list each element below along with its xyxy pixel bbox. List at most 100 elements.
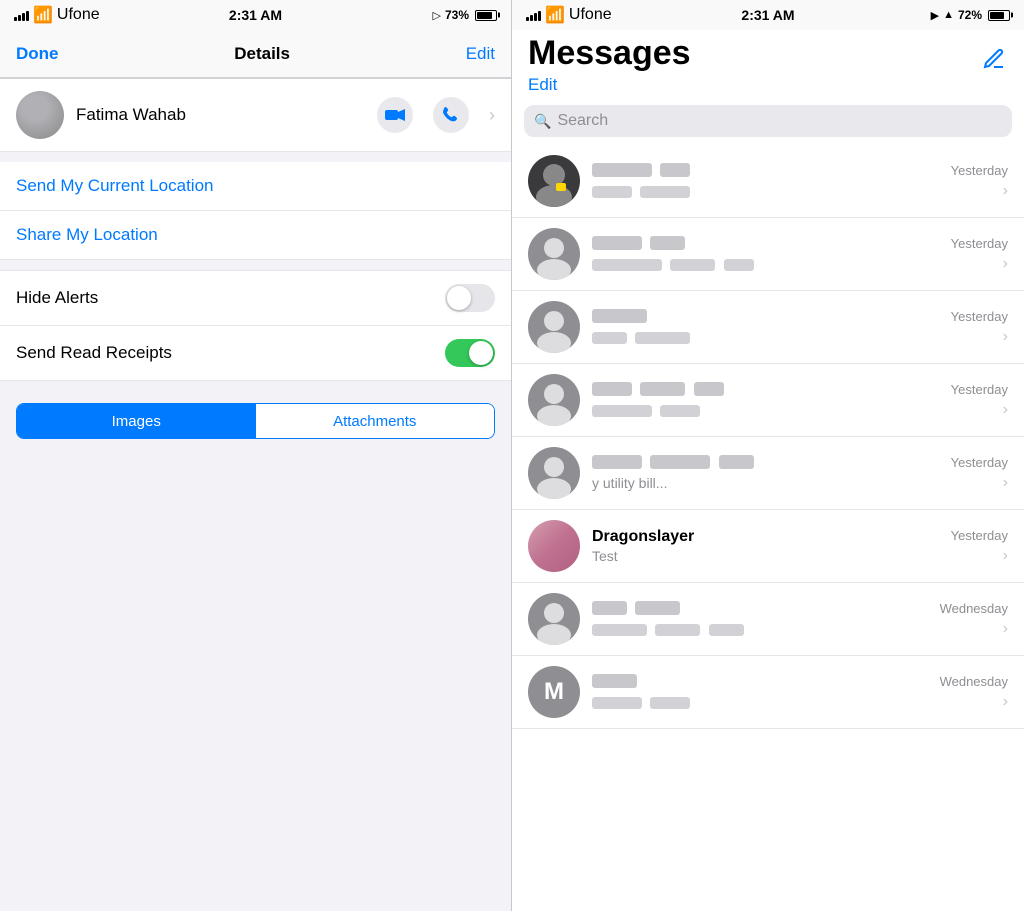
hide-alerts-knob <box>447 286 471 310</box>
name-block-5b <box>650 455 710 469</box>
compose-button[interactable] <box>980 45 1008 73</box>
person-icon-4 <box>528 374 580 426</box>
segmented-control: Images Attachments <box>16 403 495 439</box>
msg-chevron-5: › <box>1003 474 1008 492</box>
msg-preview-1 <box>592 183 939 201</box>
details-title: Details <box>234 44 290 64</box>
avatar-image <box>16 91 64 139</box>
preview-block-1b <box>640 186 690 198</box>
right-location-icon: ▲ <box>943 9 954 21</box>
msg-name-row-4 <box>592 380 939 398</box>
message-item-3[interactable]: Yesterday › <box>512 291 1024 364</box>
done-button[interactable]: Done <box>16 44 59 64</box>
msg-meta-3: Yesterday › <box>951 309 1008 346</box>
msg-name-row-7 <box>592 599 928 617</box>
preview-block-2a <box>592 259 662 271</box>
preview-text-5: y utility bill... <box>592 475 667 491</box>
wifi-icon: 📶 <box>33 5 53 25</box>
msg-name-row-1 <box>592 161 939 179</box>
search-bar[interactable]: 🔍 Search <box>524 105 1012 137</box>
messages-title: Messages <box>528 34 691 73</box>
right-panel: 📶 Ufone 2:31 AM ▶ ▲ 72% Messages Edit 🔍 <box>512 0 1024 911</box>
message-list: Yesterday › <box>512 145 1024 911</box>
msg-time-2: Yesterday <box>951 236 1008 251</box>
compose-icon-svg <box>982 47 1006 71</box>
images-tab[interactable]: Images <box>17 404 256 438</box>
preview-block-8b <box>650 697 690 709</box>
hide-alerts-row: Hide Alerts <box>0 271 511 326</box>
message-item-2[interactable]: Yesterday › <box>512 218 1024 291</box>
name-block-5a <box>592 455 642 469</box>
preview-block-7a <box>592 624 647 636</box>
message-content-5: y utility bill... <box>592 453 939 493</box>
message-content-8 <box>592 672 928 712</box>
right-time: 2:31 AM <box>741 7 794 23</box>
battery-icon-right <box>988 10 1010 21</box>
preview-block-2b <box>670 259 715 271</box>
msg-chevron-6: › <box>1003 547 1008 565</box>
right-edit-button[interactable]: Edit <box>528 75 557 95</box>
preview-block-3b <box>635 332 690 344</box>
preview-block-3a <box>592 332 627 344</box>
contact-actions: › <box>377 97 495 133</box>
msg-preview-8 <box>592 694 928 712</box>
video-call-button[interactable] <box>377 97 413 133</box>
person-icon-7 <box>528 593 580 645</box>
name-block-5c <box>719 455 754 469</box>
avatar-2 <box>528 228 580 280</box>
search-icon: 🔍 <box>534 113 551 130</box>
messages-header-row: Messages <box>512 30 1024 75</box>
location-icon: ▷ <box>433 9 441 22</box>
send-read-receipts-row: Send Read Receipts <box>0 326 511 380</box>
msg-time-6: Yesterday <box>951 528 1008 543</box>
name-block-1a <box>592 163 652 177</box>
message-item-4[interactable]: Yesterday › <box>512 364 1024 437</box>
name-block-7b <box>635 601 680 615</box>
send-location-item[interactable]: Send My Current Location <box>0 162 511 211</box>
message-item-1[interactable]: Yesterday › <box>512 145 1024 218</box>
msg-name-row-3 <box>592 307 939 325</box>
msg-name-1 <box>592 161 694 179</box>
name-block-3a <box>592 309 647 323</box>
left-carrier-group: 📶 Ufone <box>14 5 100 25</box>
left-panel: 📶 Ufone 2:31 AM ▷ 73% Done Details Edit … <box>0 0 512 911</box>
right-carrier-group: 📶 Ufone <box>526 5 612 25</box>
edit-button-left[interactable]: Edit <box>466 44 495 64</box>
share-location-item[interactable]: Share My Location <box>0 211 511 260</box>
message-content-7 <box>592 599 928 639</box>
message-content-1 <box>592 161 939 201</box>
send-location-label: Send My Current Location <box>16 176 214 196</box>
avatar-3 <box>528 301 580 353</box>
msg-preview-3 <box>592 329 939 347</box>
location-section: Send My Current Location Share My Locati… <box>0 162 511 260</box>
name-block-8a <box>592 674 637 688</box>
person-icon-2 <box>528 228 580 280</box>
avatar-1 <box>528 155 580 207</box>
message-item-8[interactable]: M Wednesday › <box>512 656 1024 729</box>
msg-time-1: Yesterday <box>951 163 1008 178</box>
right-edit-row: Edit <box>512 75 1024 99</box>
right-wifi-icon: 📶 <box>545 5 565 25</box>
send-read-receipts-knob <box>469 341 493 365</box>
msg-preview-5: y utility bill... <box>592 475 939 493</box>
msg-chevron-8: › <box>1003 693 1008 711</box>
name-block-2b <box>650 236 685 250</box>
preview-block-7b <box>655 624 700 636</box>
hide-alerts-toggle[interactable] <box>445 284 495 312</box>
msg-chevron-4: › <box>1003 401 1008 419</box>
name-block-4c <box>694 382 724 396</box>
message-item-6[interactable]: Dragonslayer Test Yesterday › <box>512 510 1024 583</box>
attachments-tab[interactable]: Attachments <box>256 404 495 438</box>
phone-call-button[interactable] <box>433 97 469 133</box>
right-battery-percent: 72% <box>958 8 982 22</box>
send-read-receipts-toggle[interactable] <box>445 339 495 367</box>
search-placeholder-text: Search <box>557 112 608 130</box>
msg-name-6: Dragonslayer <box>592 528 939 546</box>
message-item-5[interactable]: y utility bill... Yesterday › <box>512 437 1024 510</box>
settings-section: Hide Alerts Send Read Receipts <box>0 270 511 381</box>
msg-time-8: Wednesday <box>940 674 1008 689</box>
preview-block-2c <box>724 259 754 271</box>
msg-meta-8: Wednesday › <box>940 674 1008 711</box>
divider-2 <box>0 260 511 270</box>
message-item-7[interactable]: Wednesday › <box>512 583 1024 656</box>
